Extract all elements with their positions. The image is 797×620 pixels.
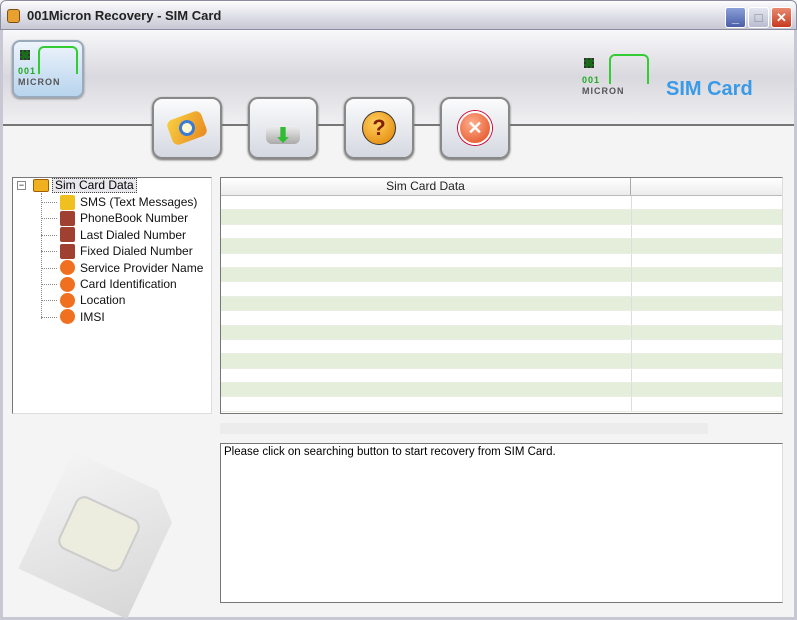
info-icon [60, 260, 75, 276]
logo-m-shape [38, 46, 78, 74]
phone-keypad-icon [60, 210, 75, 226]
table-row[interactable] [221, 296, 782, 312]
brand-chip-icon [584, 58, 594, 68]
tree-line [41, 300, 57, 302]
tree-item-label: Last Dialed Number [80, 227, 187, 242]
grid-header: Sim Card Data [221, 178, 782, 196]
tree-collapse-toggle[interactable]: − [17, 181, 26, 190]
tree-item-label: Fixed Dialed Number [80, 244, 193, 259]
table-row[interactable] [221, 210, 782, 225]
table-row[interactable] [221, 267, 782, 283]
app-logo: 001 MICRON [12, 40, 84, 98]
brand-m-shape [609, 54, 649, 84]
info-icon [60, 276, 75, 292]
tree-line [41, 267, 57, 269]
app-icon [7, 9, 20, 23]
tree-item[interactable]: Fixed Dialed Number [60, 243, 193, 259]
info-icon [60, 309, 75, 325]
tree-item-label: PhoneBook Number [80, 211, 189, 226]
status-message-box[interactable]: Please click on searching button to star… [220, 443, 783, 603]
chip-icon [20, 50, 30, 60]
status-message: Please click on searching button to star… [224, 446, 556, 458]
tree-item[interactable]: Last Dialed Number [60, 227, 186, 243]
cancel-icon: ✕ [458, 111, 492, 145]
help-button[interactable]: ? [344, 97, 414, 159]
logo-text-top: 001 [18, 66, 37, 76]
table-row[interactable] [221, 239, 782, 254]
download-drive-icon: ⬇ [266, 125, 300, 147]
tree-line [41, 284, 57, 285]
sim-search-icon [165, 109, 209, 147]
table-row[interactable] [221, 368, 782, 384]
brand-text-bottom: MICRON [582, 86, 625, 96]
table-row[interactable] [221, 224, 782, 240]
column-header-sim-card-data[interactable]: Sim Card Data [221, 178, 631, 195]
tree-item-label: Card Identification [80, 277, 177, 291]
tree-item-label: IMSI [80, 309, 105, 324]
envelope-icon [60, 194, 75, 210]
tree-item[interactable]: Location [60, 292, 125, 308]
tree-item[interactable]: PhoneBook Number [60, 210, 188, 226]
column-header-value[interactable] [631, 178, 782, 195]
tree-line [41, 202, 57, 203]
tree-root[interactable]: Sim Card Data [52, 178, 137, 193]
table-row[interactable] [221, 282, 782, 297]
tree-item[interactable]: SMS (Text Messages) [60, 194, 197, 210]
table-row[interactable] [221, 397, 782, 412]
tree-item[interactable]: Card Identification [60, 276, 177, 292]
tree-item[interactable]: Service Provider Name [60, 260, 203, 276]
results-grid[interactable]: Sim Card Data [220, 177, 783, 414]
tree-item-label: Service Provider Name [80, 260, 204, 275]
title-bar: 001Micron Recovery - SIM Card _ □ ✕ [0, 0, 797, 30]
table-row[interactable] [221, 196, 782, 211]
logo-text-bottom: MICRON [18, 77, 61, 87]
table-row[interactable] [221, 339, 782, 355]
search-sim-button[interactable] [152, 97, 222, 159]
close-button[interactable]: ✕ [771, 7, 792, 28]
help-icon: ? [362, 111, 396, 145]
table-row[interactable] [221, 253, 782, 268]
sim-card-icon [33, 179, 49, 192]
tree-item-label: SMS (Text Messages) [80, 195, 198, 209]
brand-text-top: 001 [582, 75, 601, 85]
info-icon [60, 292, 75, 308]
save-button[interactable]: ⬇ [248, 97, 318, 159]
table-row[interactable] [221, 311, 782, 326]
minimize-button[interactable]: _ [725, 7, 746, 28]
maximize-button[interactable]: □ [748, 7, 769, 28]
brand-title: SIM Card [666, 78, 753, 100]
tree-line [41, 251, 57, 253]
tree-line [41, 218, 57, 220]
tree-item[interactable]: IMSI [60, 309, 105, 325]
phone-keypad-icon [60, 243, 75, 259]
phone-keypad-icon [60, 227, 75, 243]
tree-line [41, 316, 57, 318]
table-row[interactable] [221, 383, 782, 398]
table-row[interactable] [221, 354, 782, 369]
tree-item-label: Location [80, 293, 126, 308]
tree-line [41, 234, 57, 236]
progress-bar [220, 423, 708, 434]
table-row[interactable] [221, 325, 782, 340]
exit-button[interactable]: ✕ [440, 97, 510, 159]
window-title: 001Micron Recovery - SIM Card [27, 8, 222, 23]
